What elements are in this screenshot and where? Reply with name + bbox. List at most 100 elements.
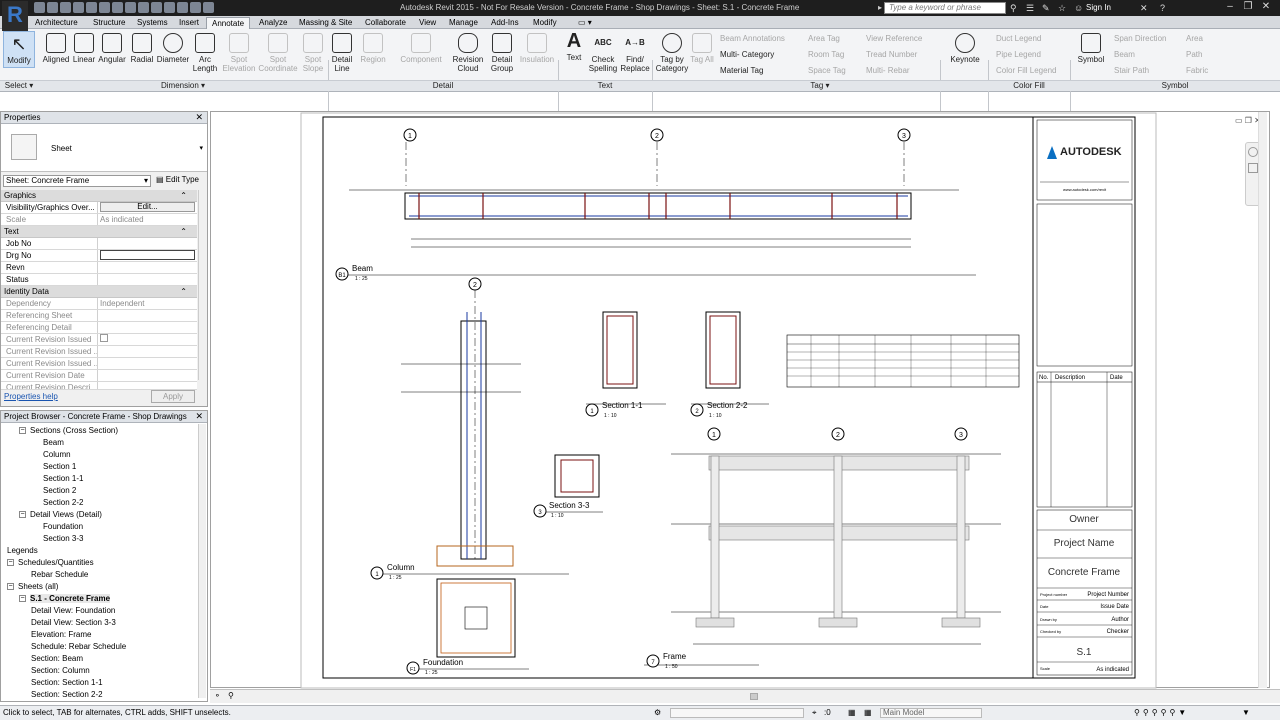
- multi-rebar-button[interactable]: Multi- Rebar: [866, 66, 910, 75]
- sun-path-icon[interactable]: ⚬: [214, 691, 221, 700]
- beam-symbol-button[interactable]: Beam: [1114, 50, 1135, 59]
- insulation-button[interactable]: Insulation: [518, 33, 556, 64]
- tab-view[interactable]: View: [414, 17, 441, 28]
- panel-select[interactable]: Select ▾: [0, 80, 38, 91]
- properties-scrollbar[interactable]: [198, 190, 206, 380]
- section-icon[interactable]: [164, 2, 175, 13]
- browser-tree-item[interactable]: Rebar Schedule: [31, 569, 88, 581]
- property-value-input[interactable]: [98, 250, 197, 261]
- beam-annotations-button[interactable]: Beam Annotations: [720, 34, 785, 43]
- browser-tree-item[interactable]: Foundation: [43, 521, 83, 533]
- help-icon[interactable]: ?: [1160, 3, 1170, 13]
- sign-in-link[interactable]: Sign In: [1086, 3, 1111, 12]
- browser-tree-item[interactable]: Section: Section 2-2: [31, 689, 103, 701]
- text-button[interactable]: A Text: [561, 31, 587, 62]
- section-identity-data[interactable]: Identity Data ⌃: [1, 286, 197, 298]
- view-title[interactable]: Section 1-1: [602, 401, 643, 410]
- tab-structure[interactable]: Structure: [88, 17, 130, 28]
- area-symbol-button[interactable]: Area: [1186, 34, 1203, 43]
- browser-tree-item[interactable]: − S.1 - Concrete Frame: [19, 593, 111, 605]
- redo-icon[interactable]: [86, 2, 97, 13]
- spot-slope-button[interactable]: Spot Slope: [300, 33, 326, 73]
- browser-tree-item[interactable]: Legends: [7, 545, 38, 557]
- property-value[interactable]: [98, 238, 197, 249]
- region-button[interactable]: Region: [358, 33, 388, 64]
- stair-path-button[interactable]: Stair Path: [1114, 66, 1149, 75]
- subscription-icon[interactable]: ☰: [1026, 3, 1036, 13]
- restore-button[interactable]: ❐: [1240, 1, 1256, 13]
- symbol-button[interactable]: Symbol: [1074, 33, 1108, 64]
- undo-icon[interactable]: [73, 2, 84, 13]
- ribbon-options-icon[interactable]: ▭ ▾: [578, 18, 592, 27]
- keynote-button[interactable]: Keynote: [947, 33, 983, 64]
- close-icon[interactable]: ✕: [195, 112, 203, 123]
- span-direction-button[interactable]: Span Direction: [1114, 34, 1166, 43]
- spot-elevation-button[interactable]: Spot Elevation: [222, 33, 256, 73]
- view-title[interactable]: Frame: [663, 652, 687, 661]
- property-value[interactable]: [98, 262, 197, 273]
- browser-tree-item[interactable]: Schedule: Rebar Schedule: [31, 641, 126, 653]
- browser-tree-item[interactable]: Section 2-2: [43, 497, 83, 509]
- modify-button[interactable]: ↖ Modify: [3, 31, 35, 68]
- tag-all-button[interactable]: Tag All: [690, 33, 714, 64]
- tab-systems[interactable]: Systems: [132, 17, 173, 28]
- material-tag-button[interactable]: Material Tag: [720, 66, 763, 75]
- search-input[interactable]: Type a keyword or phrase: [884, 2, 1006, 14]
- worksets-icon[interactable]: ⚙: [654, 706, 661, 720]
- browser-tree-item[interactable]: − Sections (Cross Section): [19, 425, 118, 437]
- pipe-legend-button[interactable]: Pipe Legend: [996, 50, 1041, 59]
- collapse-toggle-icon[interactable]: −: [19, 427, 26, 435]
- panel-tag[interactable]: Tag ▾: [652, 80, 988, 91]
- section-graphics[interactable]: Graphics ⌃: [1, 190, 197, 202]
- close-hidden-icon[interactable]: [190, 2, 201, 13]
- collapse-toggle-icon[interactable]: −: [19, 595, 26, 603]
- exchange-icon[interactable]: ✕: [1140, 3, 1150, 13]
- edit-visibility-button[interactable]: Edit...: [100, 202, 195, 212]
- tag-by-category-button[interactable]: Tag by Category: [655, 33, 689, 73]
- browser-tree-item[interactable]: − Schedules/Quantities: [7, 557, 94, 569]
- linear-button[interactable]: Linear: [71, 33, 97, 64]
- rebar-schedule-table[interactable]: [786, 334, 1020, 388]
- minimize-button[interactable]: –: [1222, 1, 1238, 13]
- workset-select[interactable]: [670, 708, 804, 718]
- design-option-set-icon[interactable]: ▦: [864, 706, 872, 720]
- find-replace-button[interactable]: A→B Find/ Replace: [619, 33, 651, 73]
- browser-tree-item[interactable]: − Detail Views (Detail): [19, 509, 102, 521]
- print-icon[interactable]: [99, 2, 110, 13]
- collapse-toggle-icon[interactable]: −: [7, 559, 14, 567]
- browser-tree-item[interactable]: Detail View: Foundation: [31, 605, 115, 617]
- sync-icon[interactable]: [60, 2, 71, 13]
- path-button[interactable]: Path: [1186, 50, 1202, 59]
- revision-cloud-button[interactable]: Revision Cloud: [452, 33, 484, 73]
- area-tag-button[interactable]: Area Tag: [808, 34, 840, 43]
- view-title[interactable]: Foundation: [423, 658, 463, 667]
- binoculars-icon[interactable]: ⚲: [1010, 3, 1020, 13]
- tread-number-button[interactable]: Tread Number: [866, 50, 917, 59]
- switch-windows-icon[interactable]: [203, 2, 214, 13]
- tab-analyze[interactable]: Analyze: [254, 17, 292, 28]
- detail-group-button[interactable]: Detail Group: [488, 33, 516, 73]
- spot-coordinate-button[interactable]: Spot Coordinate: [257, 33, 299, 73]
- panel-dimension[interactable]: Dimension ▾: [38, 80, 328, 91]
- tab-add-ins[interactable]: Add-Ins: [486, 17, 524, 28]
- tag-icon[interactable]: [138, 2, 149, 13]
- dimension-icon[interactable]: [125, 2, 136, 13]
- browser-tree-item[interactable]: Column: [43, 449, 71, 461]
- browser-tree-item[interactable]: Section 3-3: [43, 533, 83, 545]
- 3d-view-icon[interactable]: [151, 2, 162, 13]
- tab-modify[interactable]: Modify: [528, 17, 562, 28]
- multi-category-button[interactable]: Multi- Category: [720, 50, 774, 59]
- drg-no-input[interactable]: [100, 250, 195, 260]
- browser-tree-item[interactable]: Elevation: Frame: [31, 629, 91, 641]
- drawing-area[interactable]: 1 2 3 B1 Beam 1: 25 2 1 Column 1: 25 1…: [210, 111, 1270, 689]
- favorites-icon[interactable]: ☆: [1058, 3, 1068, 13]
- browser-tree-item[interactable]: Beam: [43, 437, 64, 449]
- view-reference-button[interactable]: View Reference: [866, 34, 922, 43]
- collapse-toggle-icon[interactable]: −: [7, 583, 14, 591]
- tab-collaborate[interactable]: Collaborate: [360, 17, 411, 28]
- arc-length-button[interactable]: Arc Length: [191, 33, 219, 73]
- close-button[interactable]: ✕: [1258, 1, 1274, 13]
- browser-tree-item[interactable]: Section 1-1: [43, 473, 83, 485]
- design-option-select[interactable]: Main Model: [880, 708, 982, 718]
- browser-tree-item[interactable]: Section 1: [43, 461, 76, 473]
